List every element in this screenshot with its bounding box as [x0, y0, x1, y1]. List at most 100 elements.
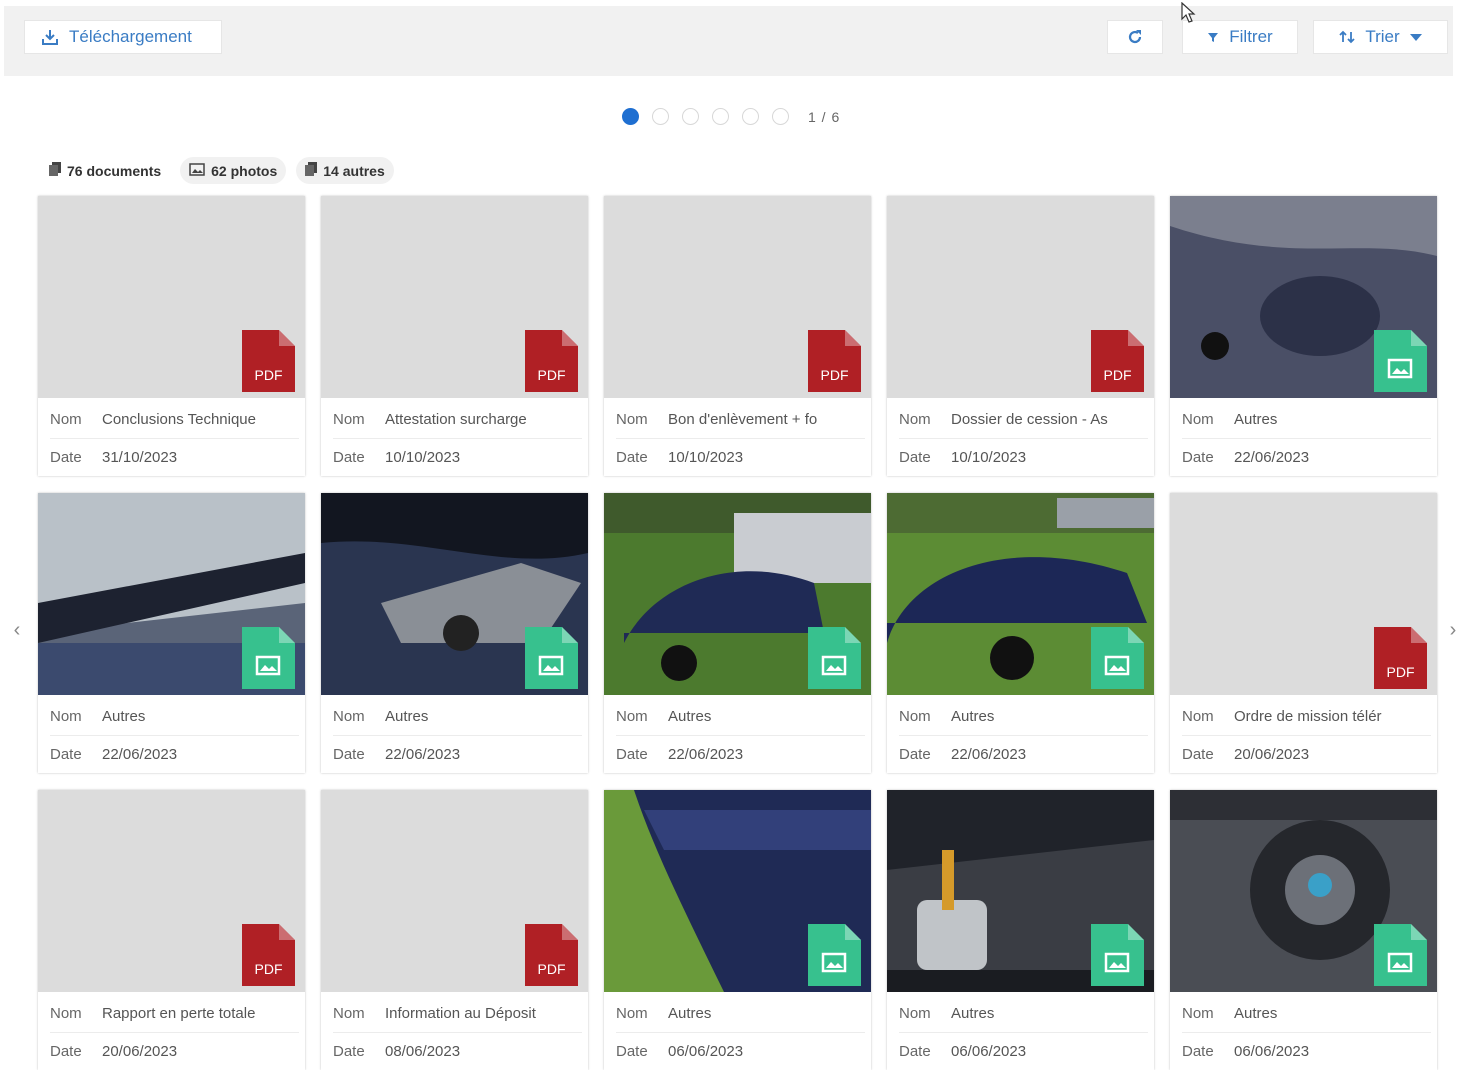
date-row: Date 22/06/2023	[899, 736, 1148, 773]
name-row: Nom Bon d'enlèvement + fo	[616, 401, 865, 439]
pdf-thumbnail[interactable]: PDF	[604, 196, 871, 398]
document-card[interactable]: Nom Autres Date 06/06/2023	[887, 790, 1154, 1070]
document-name: Rapport en perte totale	[102, 1005, 256, 1022]
pdf-file-icon: PDF	[808, 330, 861, 392]
document-card[interactable]: Nom Autres Date 22/06/2023	[1170, 196, 1437, 476]
date-row: Date 10/10/2023	[899, 439, 1148, 476]
name-row: Nom Autres	[616, 995, 865, 1033]
document-name: Attestation surcharge	[385, 411, 527, 428]
pdf-thumbnail[interactable]: PDF	[887, 196, 1154, 398]
image-file-icon	[1374, 924, 1427, 986]
document-card[interactable]: PDF Nom Attestation surcharge Date 10/10/202…	[321, 196, 588, 476]
document-card[interactable]: Nom Autres Date 22/06/2023	[604, 493, 871, 773]
next-arrow-icon[interactable]: ›	[1442, 612, 1457, 648]
name-row: Nom Conclusions Technique	[50, 401, 299, 439]
document-card[interactable]: PDF Nom Information au Déposit Date 08/06/20…	[321, 790, 588, 1070]
upload-button[interactable]: Téléchargement	[24, 20, 222, 54]
name-label: Nom	[50, 1005, 82, 1022]
date-row: Date 06/06/2023	[1182, 1033, 1431, 1070]
sort-icon	[1339, 29, 1355, 45]
image-file-icon	[1374, 330, 1427, 392]
document-card[interactable]: Nom Autres Date 22/06/2023	[887, 493, 1154, 773]
photo-thumbnail[interactable]	[1170, 196, 1437, 398]
document-card[interactable]: PDF Nom Conclusions Technique Date 31/10/202…	[38, 196, 305, 476]
document-date: 22/06/2023	[668, 746, 744, 763]
documents-count-chip[interactable]: 76 documents	[40, 157, 171, 184]
date-label: Date	[899, 449, 931, 466]
name-label: Nom	[616, 411, 648, 428]
document-card[interactable]: PDF Nom Ordre de mission télér Date 20/06/20…	[1170, 493, 1437, 773]
document-name: Autres	[668, 708, 712, 725]
photo-thumbnail[interactable]	[38, 493, 305, 695]
date-label: Date	[1182, 1043, 1214, 1060]
sort-button-label: Trier	[1365, 27, 1400, 46]
date-label: Date	[333, 746, 365, 763]
photo-thumbnail[interactable]	[321, 493, 588, 695]
pdf-thumbnail[interactable]: PDF	[321, 790, 588, 992]
date-label: Date	[1182, 746, 1214, 763]
card-meta: Nom Autres Date 22/06/2023	[899, 698, 1148, 773]
date-label: Date	[616, 1043, 648, 1060]
page-dot-1[interactable]	[622, 108, 639, 125]
image-file-icon	[525, 627, 578, 689]
document-date: 08/06/2023	[385, 1043, 461, 1060]
image-file-icon	[1091, 627, 1144, 689]
name-label: Nom	[616, 1005, 648, 1022]
page-dot-6[interactable]	[772, 108, 789, 125]
page-dot-3[interactable]	[682, 108, 699, 125]
name-label: Nom	[1182, 411, 1214, 428]
date-row: Date 22/06/2023	[333, 736, 582, 773]
document-date: 06/06/2023	[668, 1043, 744, 1060]
document-stats: 76 documents 62 photos 14 autres	[40, 157, 394, 184]
document-card[interactable]: PDF Nom Dossier de cession - As Date 10/10/2…	[887, 196, 1154, 476]
photos-count-chip[interactable]: 62 photos	[180, 157, 287, 184]
document-card[interactable]: Nom Autres Date 22/06/2023	[321, 493, 588, 773]
pagination: 1 / 6	[622, 108, 840, 125]
document-card[interactable]: Nom Autres Date 06/06/2023	[604, 790, 871, 1070]
mouse-cursor-icon	[1180, 1, 1196, 29]
photo-thumbnail[interactable]	[604, 493, 871, 695]
document-card[interactable]: PDF Nom Bon d'enlèvement + fo Date 10/10/202…	[604, 196, 871, 476]
photo-thumbnail[interactable]	[887, 790, 1154, 992]
pdf-thumbnail[interactable]: PDF	[321, 196, 588, 398]
name-label: Nom	[1182, 1005, 1214, 1022]
document-card[interactable]: Nom Autres Date 06/06/2023	[1170, 790, 1437, 1070]
document-date: 06/06/2023	[951, 1043, 1027, 1060]
sort-button[interactable]: Trier	[1313, 20, 1448, 54]
pdf-thumbnail[interactable]: PDF	[38, 196, 305, 398]
photo-thumbnail[interactable]	[887, 493, 1154, 695]
document-date: 20/06/2023	[1234, 746, 1310, 763]
page-dot-4[interactable]	[712, 108, 729, 125]
others-count-chip[interactable]: 14 autres	[296, 157, 394, 184]
document-card[interactable]: PDF Nom Rapport en perte totale Date 20/06/2…	[38, 790, 305, 1070]
date-row: Date 08/06/2023	[333, 1033, 582, 1070]
toolbar: Téléchargement Filtrer Trier	[4, 6, 1453, 76]
card-meta: Nom Autres Date 22/06/2023	[50, 698, 299, 773]
documents-count: 76 documents	[67, 162, 162, 179]
card-meta: Nom Bon d'enlèvement + fo Date 10/10/2023	[616, 401, 865, 476]
filter-button[interactable]: Filtrer	[1182, 20, 1298, 54]
card-meta: Nom Conclusions Technique Date 31/10/2023	[50, 401, 299, 476]
pdf-thumbnail[interactable]: PDF	[38, 790, 305, 992]
page-dot-2[interactable]	[652, 108, 669, 125]
name-label: Nom	[616, 708, 648, 725]
photo-thumbnail[interactable]	[1170, 790, 1437, 992]
pdf-badge-label: PDF	[254, 961, 283, 977]
name-label: Nom	[899, 708, 931, 725]
refresh-button[interactable]	[1107, 20, 1163, 54]
document-card[interactable]: Nom Autres Date 22/06/2023	[38, 493, 305, 773]
date-row: Date 22/06/2023	[1182, 439, 1431, 476]
name-label: Nom	[899, 1005, 931, 1022]
previous-arrow-icon[interactable]: ‹	[6, 612, 28, 648]
date-label: Date	[616, 449, 648, 466]
name-row: Nom Autres	[899, 995, 1148, 1033]
name-label: Nom	[333, 1005, 365, 1022]
pdf-thumbnail[interactable]: PDF	[1170, 493, 1437, 695]
page-dot-5[interactable]	[742, 108, 759, 125]
refresh-icon	[1126, 28, 1144, 46]
document-name: Autres	[1234, 1005, 1278, 1022]
filter-button-label: Filtrer	[1229, 27, 1273, 46]
card-meta: Nom Autres Date 22/06/2023	[1182, 401, 1431, 476]
date-label: Date	[616, 746, 648, 763]
photo-thumbnail[interactable]	[604, 790, 871, 992]
